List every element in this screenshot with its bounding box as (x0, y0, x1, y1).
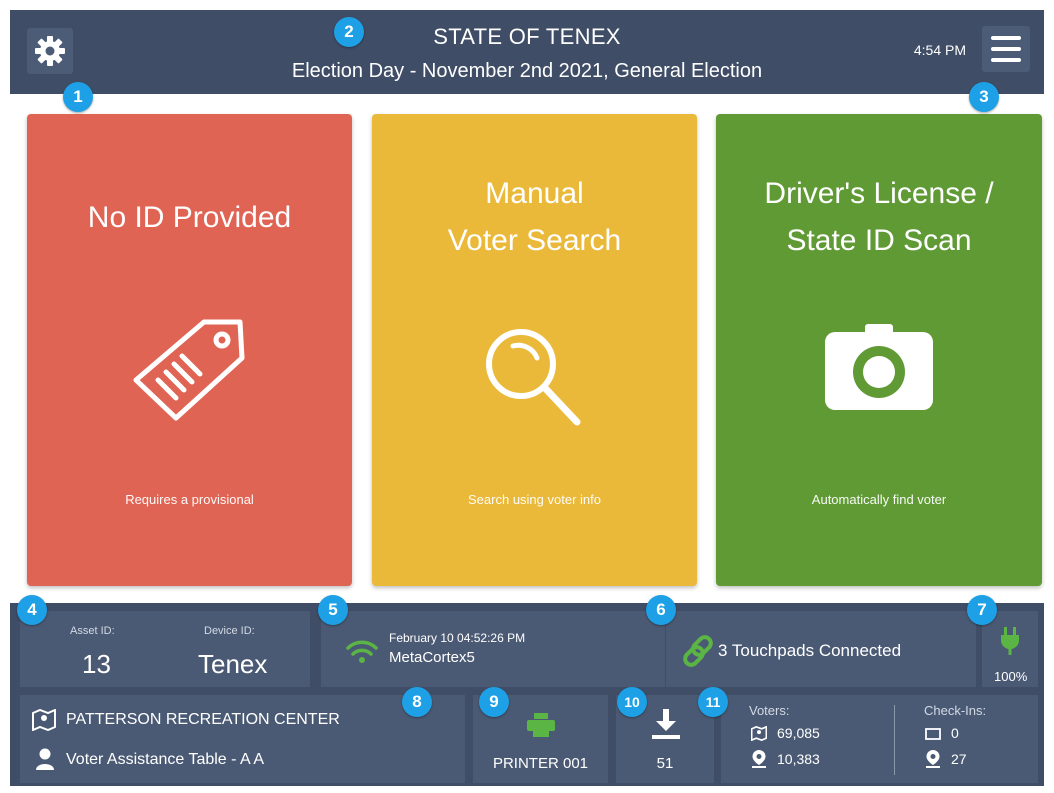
battery-level: 100% (994, 669, 1028, 684)
card-subtitle: Requires a provisional (125, 492, 254, 507)
card-title: No ID Provided (87, 201, 292, 234)
location-tile[interactable]: PATTERSON RECREATION CENTER Voter Assist… (20, 695, 465, 783)
checkins-label: Check-Ins: (924, 703, 987, 718)
printer-label: PRINTER 001 (492, 755, 589, 772)
wifi-icon (346, 640, 378, 663)
clock: 4:54 PM (913, 42, 966, 58)
network-datetime: February 10 04:52:26 PM (389, 631, 526, 645)
status-panel: Asset ID: 13 Device ID: Tenex February 1… (10, 603, 1044, 786)
voters-location-count: 10,383 (777, 751, 820, 767)
card-title-line2: State ID Scan (786, 224, 972, 257)
voters-precinct-count: 69,085 (777, 725, 820, 741)
callout-badge: 11 (698, 687, 728, 717)
id-scan-card[interactable]: Driver's License / State ID Scan Automat… (716, 114, 1042, 586)
callout-badge: 10 (617, 687, 647, 717)
card-title: Driver's License / (764, 177, 994, 210)
state-title: STATE OF TENEX (433, 24, 621, 49)
callout-badge: 6 (646, 595, 676, 625)
callout-badge: 8 (402, 687, 432, 717)
touchpads-tile[interactable]: 3 Touchpads Connected (666, 611, 976, 687)
location-name: PATTERSON RECREATION CENTER (66, 711, 340, 728)
map-icon (32, 709, 56, 731)
top-bar: STATE OF TENEX Election Day - November 2… (10, 10, 1044, 94)
callout-badge: 9 (479, 687, 509, 717)
checkins-location-count: 27 (951, 751, 967, 767)
plug-icon (1001, 627, 1019, 655)
callout-badge: 3 (969, 82, 999, 112)
map-icon (751, 726, 767, 741)
touchpads-status: 3 Touchpads Connected (718, 641, 902, 660)
divider (894, 705, 895, 775)
network-tile[interactable]: February 10 04:52:26 PM MetaCortex5 (321, 611, 665, 687)
no-id-card[interactable]: No ID Provided Requires a provisional (27, 114, 352, 586)
manual-search-card[interactable]: Manual Voter Search Search using voter i… (372, 114, 697, 586)
card-title: Manual (485, 177, 584, 210)
callout-badge: 4 (17, 595, 47, 625)
location-pin-icon (752, 750, 766, 768)
magnifier-icon (485, 329, 580, 426)
link-icon (683, 635, 713, 667)
hamburger-icon (991, 36, 1021, 40)
card-subtitle: Search using voter info (468, 492, 601, 507)
device-id-label: Device ID: (204, 625, 255, 637)
device-info-tile: Asset ID: 13 Device ID: Tenex (20, 611, 310, 687)
election-subtitle: Election Day - November 2nd 2021, Genera… (291, 60, 763, 82)
callout-badge: 2 (334, 17, 364, 47)
device-id-value: Tenex (198, 649, 268, 679)
menu-button[interactable] (982, 26, 1030, 72)
camera-icon (825, 324, 933, 410)
person-icon (36, 748, 54, 770)
downloads-count: 51 (656, 755, 674, 772)
card-subtitle: Automatically find voter (811, 492, 947, 507)
printer-icon (527, 713, 555, 737)
network-name: MetaCortex5 (389, 649, 475, 666)
download-icon (652, 709, 680, 739)
stats-tile: Voters: 69,085 10,383 Check-Ins: 0 27 (721, 695, 1038, 783)
callout-badge: 1 (63, 82, 93, 112)
table-name: Voter Assistance Table - A A (66, 751, 265, 768)
asset-id-label: Asset ID: (70, 625, 115, 637)
location-pin-icon (926, 750, 940, 768)
asset-id-value: 13 (82, 649, 111, 679)
voters-label: Voters: (749, 703, 790, 718)
tablet-icon (925, 728, 941, 740)
callout-badge: 7 (967, 595, 997, 625)
tag-icon (133, 319, 244, 421)
checkins-device-count: 0 (951, 725, 959, 741)
card-title-line2: Voter Search (447, 224, 622, 257)
callout-badge: 5 (318, 595, 348, 625)
